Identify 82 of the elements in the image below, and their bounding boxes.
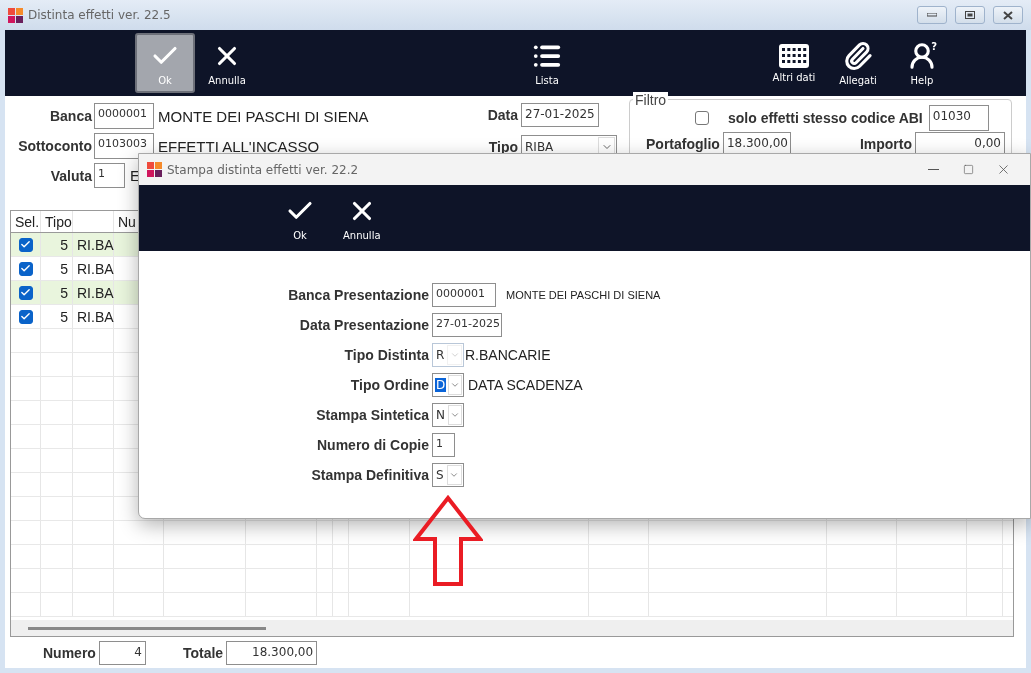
dropdown[interactable]: N — [432, 403, 464, 427]
chevron-icon — [450, 380, 461, 390]
count-field: 4 — [98, 640, 146, 665]
minimize-button[interactable] — [917, 6, 947, 24]
field-label: Totale — [182, 644, 224, 661]
close-button[interactable] — [993, 6, 1023, 24]
minimize-icon — [927, 169, 939, 170]
field-description: EFFETTI ALL'INCASSO — [157, 137, 320, 155]
table-cell: 5 — [60, 308, 68, 325]
toolbar-button[interactable]: Annulla — [199, 33, 255, 93]
code-field[interactable]: 0000001 — [94, 103, 154, 129]
row-checkbox[interactable] — [18, 237, 33, 252]
field-label: Numero — [43, 644, 96, 661]
row-checkbox[interactable] — [18, 309, 33, 324]
toolbar-button[interactable]: Allegati — [829, 33, 887, 93]
table-cell: 5 — [60, 260, 68, 277]
app-logo-icon — [147, 162, 162, 177]
field-label: Stampa Definitiva — [310, 467, 429, 483]
field-label: Stampa Sintetica — [315, 407, 429, 423]
up-arrow-icon — [413, 495, 483, 587]
field-description: DATA SCADENZA — [467, 377, 583, 393]
field-description: MONTE DEI PASCHI DI SIENA — [505, 289, 661, 301]
table-cell: 5 — [60, 236, 68, 253]
table-cell: 5 — [60, 284, 68, 301]
horizontal-scrollbar[interactable] — [11, 620, 1013, 636]
table-cell: RI.BA — [77, 284, 114, 301]
field-label: Numero di Copie — [316, 437, 429, 453]
abi-field[interactable]: 01030 — [928, 105, 989, 131]
field-label: Valuta — [49, 167, 92, 184]
checkbox-label: solo effetti stesso codice ABI — [728, 110, 923, 126]
field-label: Banca — [48, 108, 92, 124]
column-header[interactable]: Nu — [118, 213, 136, 230]
group-title: Filtro — [633, 92, 669, 108]
toolbar-button[interactable]: Altri dati — [765, 33, 823, 93]
maximize-icon — [962, 164, 974, 175]
input-field[interactable]: 1 — [432, 433, 455, 457]
field-label: Data Presentazione — [298, 317, 429, 333]
input-field[interactable]: 27-01-2025 — [432, 313, 502, 337]
window-title: Distinta effetti ver. 22.5 — [28, 8, 172, 22]
paperclip-icon — [843, 40, 873, 71]
chevron-icon — [449, 470, 460, 480]
superscript-label: ? — [931, 41, 937, 52]
column-header[interactable]: Sel. — [15, 213, 40, 230]
amount-field[interactable]: 0,00 — [915, 132, 1005, 156]
toolbar-button[interactable]: Lista — [517, 33, 577, 93]
minimize-icon — [927, 13, 937, 17]
field-label: Data — [486, 107, 518, 123]
row-checkbox[interactable] — [18, 285, 33, 300]
dialog-title: Stampa distinta effetti ver. 22.2 — [167, 162, 360, 177]
amount-field[interactable]: 18.300,00 — [722, 132, 791, 156]
row-checkbox[interactable] — [18, 261, 33, 276]
field-label: Sottoconto — [17, 138, 92, 154]
field-label: Banca Presentazione — [287, 287, 429, 303]
input-field[interactable]: 0000001 — [432, 283, 496, 307]
table-cell: RI.BA — [77, 260, 114, 277]
column-header[interactable]: Tipo — [45, 213, 72, 230]
field-label: Tipo Ordine — [349, 377, 429, 393]
app-logo-icon — [8, 7, 23, 23]
checkbox[interactable] — [695, 111, 709, 125]
field-description: MONTE DEI PASCHI DI SIENA — [157, 107, 369, 125]
chevron-icon — [449, 350, 460, 360]
field-description: R.BANCARIE — [464, 347, 551, 363]
toolbar-button[interactable]: Ok — [277, 191, 323, 245]
keypad-icon — [779, 43, 809, 68]
dropdown[interactable]: S — [432, 463, 464, 487]
close-icon — [1003, 10, 1013, 20]
field-label: Tipo Distinta — [343, 347, 429, 363]
code-field[interactable]: 0103003 — [94, 133, 154, 159]
restore-icon — [965, 11, 975, 19]
code-field[interactable]: 1 — [94, 163, 125, 188]
field-label: Portafoglio — [646, 136, 720, 152]
table-cell: RI.BA — [77, 236, 114, 253]
dropdown[interactable]: D — [432, 373, 464, 397]
field-label: Tipo — [487, 139, 518, 155]
toolbar-button[interactable]: ? Help — [893, 33, 951, 93]
date-field[interactable]: 27-01-2025 — [521, 103, 599, 127]
field-label: Importo — [859, 136, 912, 152]
toolbar-button[interactable]: Annulla — [337, 191, 387, 245]
table-cell: RI.BA — [77, 308, 114, 325]
restore-button[interactable] — [955, 6, 985, 24]
chevron-icon — [450, 410, 460, 420]
total-field: 18.300,00 — [226, 640, 318, 665]
